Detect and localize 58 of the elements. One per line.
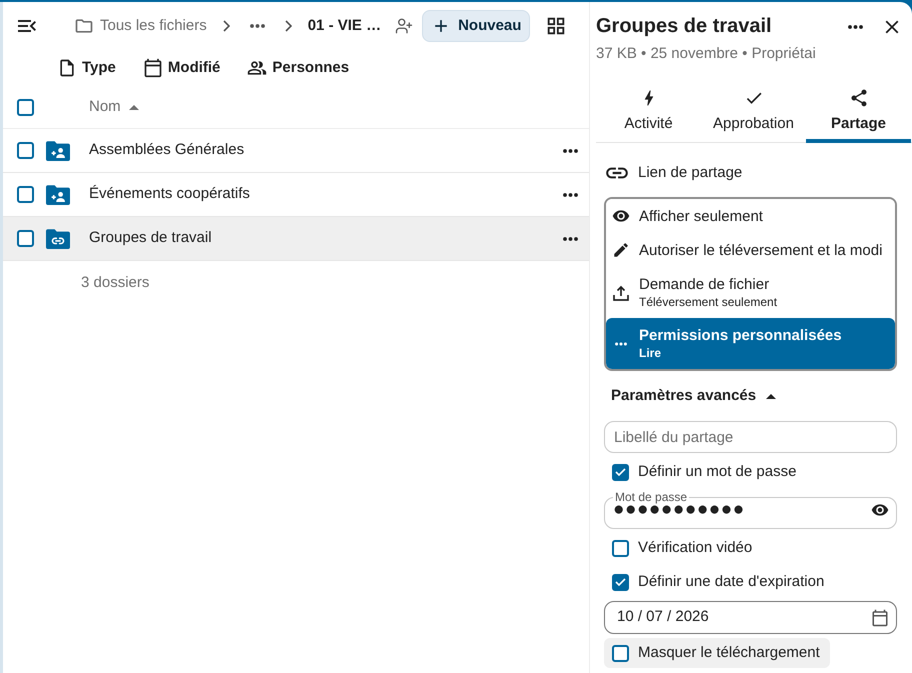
more-icon[interactable] xyxy=(848,25,863,29)
date-field[interactable]: 10 / 07 / 2026 xyxy=(604,601,897,634)
input-field[interactable]: Libellé du partage xyxy=(604,421,897,453)
upload-icon xyxy=(613,284,629,300)
more-icon[interactable] xyxy=(250,24,265,28)
tab[interactable]: Partage xyxy=(806,80,911,143)
folder-count: 3 dossiers xyxy=(81,272,150,293)
checkbox[interactable] xyxy=(17,142,34,159)
checkbox-row[interactable]: Masquer le téléchargement xyxy=(604,638,830,668)
checkbox-label: Définir un mot de passe xyxy=(638,462,796,482)
check-icon xyxy=(615,468,626,476)
chevron-right-icon xyxy=(284,20,292,32)
sort-up-icon xyxy=(128,104,139,110)
folder-link-icon xyxy=(46,228,70,248)
more-icon[interactable] xyxy=(563,148,578,152)
dots-icon xyxy=(615,342,627,346)
checkbox[interactable] xyxy=(612,540,629,556)
tab[interactable]: Approbation xyxy=(701,80,806,143)
check-icon xyxy=(615,578,626,586)
password-field[interactable]: Mot de passe ●●●●●●●●●●● xyxy=(604,491,897,529)
section-label: Lien de partage xyxy=(638,162,742,183)
folder-person-plus-icon xyxy=(46,140,70,160)
file-name[interactable]: Événements coopératifs xyxy=(89,183,250,206)
column-header[interactable]: Nom xyxy=(89,96,139,118)
panel-title: Groupes de travail xyxy=(596,14,773,39)
checkbox[interactable] xyxy=(612,574,629,590)
checkbox[interactable] xyxy=(17,230,34,247)
more-icon[interactable] xyxy=(563,236,578,240)
breadcrumb-link[interactable]: 01 - VIE … xyxy=(308,14,382,38)
folder-person-plus-icon xyxy=(46,184,70,204)
file-name[interactable]: Groupes de travail xyxy=(89,227,212,250)
checkbox[interactable] xyxy=(17,98,34,116)
permission-option[interactable]: Permissions personnalisées Lire xyxy=(606,318,895,369)
file-details: 37 KB • 25 novembre • Propriétai xyxy=(596,44,816,64)
checkbox-label: Masquer le téléchargement xyxy=(638,642,820,663)
caret-up-icon xyxy=(766,394,776,398)
tab[interactable]: Activité xyxy=(596,80,701,143)
checkbox-label: Vérification vidéo xyxy=(638,538,752,558)
person-plus-icon[interactable] xyxy=(395,17,414,35)
breadcrumb-link[interactable]: Tous les fichiers xyxy=(74,14,207,38)
new-button[interactable]: Nouveau xyxy=(422,10,530,42)
checkbox-label: Définir une date d'expiration xyxy=(638,572,824,592)
checkbox[interactable] xyxy=(612,464,629,480)
advanced-settings-toggle[interactable]: Paramètres avancés xyxy=(604,384,776,408)
pencil-icon xyxy=(612,241,630,259)
file-row[interactable]: Groupes de travail xyxy=(3,217,589,261)
checkbox[interactable] xyxy=(17,186,34,203)
filter-button[interactable]: Modifié xyxy=(136,52,226,84)
grid-view-icon[interactable] xyxy=(545,15,568,37)
checkbox[interactable] xyxy=(612,644,629,662)
calendar-icon xyxy=(142,58,163,78)
share-icon xyxy=(848,88,868,108)
chevron-right-icon xyxy=(222,20,230,32)
calendar-icon[interactable] xyxy=(871,608,889,626)
filter-button[interactable]: Personnes xyxy=(241,52,356,84)
filter-button[interactable]: Type xyxy=(51,52,122,84)
file-name[interactable]: Assemblées Générales xyxy=(89,139,244,162)
more-icon[interactable] xyxy=(563,192,578,196)
